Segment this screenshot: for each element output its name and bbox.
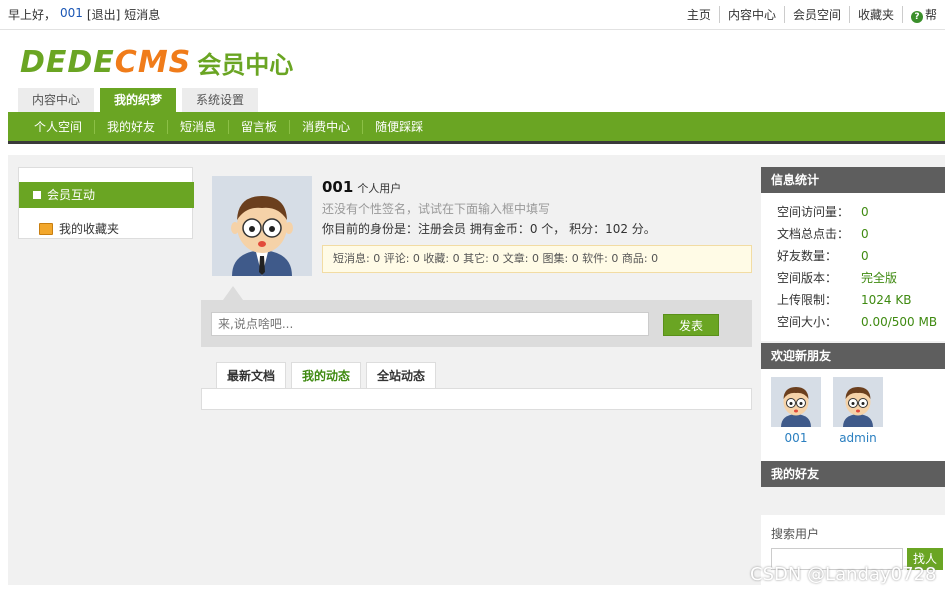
my-favorites-link[interactable]: 我的收藏夹 (39, 220, 119, 237)
top-bar: 早上好， 001 [退出] 短消息 主页 内容中心 会员空间 收藏夹 ? 帮 (0, 0, 945, 30)
top-link-home[interactable]: 主页 (679, 6, 719, 23)
friend-avatar[interactable] (833, 377, 883, 427)
top-link-content[interactable]: 内容中心 (718, 6, 784, 23)
logo-cms: CMS (114, 44, 192, 80)
logo-member-center: 会员中心 (197, 50, 294, 79)
left-panel: 会员互动 我的收藏夹 (18, 167, 194, 239)
logout-link[interactable]: [退出] (87, 6, 120, 23)
info-row: 好友数量： 0 (777, 245, 945, 267)
search-user-label: 搜索用户 (771, 527, 820, 541)
info-row: 上传限制： 1024 KB (777, 289, 945, 311)
help-icon: ? (910, 11, 923, 23)
my-friends-header: 我的好友 (761, 461, 945, 487)
tab-site-activity[interactable]: 全站动态 (366, 362, 437, 388)
info-stats-header: 信息统计 (761, 167, 945, 193)
nav-messages[interactable]: 短消息 (167, 119, 228, 134)
right-column: 信息统计 空间访问量： 0 文档总点击： 0 好友数量： 0 空间版本： 完全版 上传限… (761, 167, 945, 585)
avatar[interactable] (212, 176, 312, 276)
tab-system-settings[interactable]: 系统设置 (182, 88, 259, 112)
friend-avatar[interactable] (771, 377, 821, 427)
tab-content-center[interactable]: 内容中心 (18, 88, 95, 112)
top-bar-left: 早上好， 001 [退出] 短消息 (8, 6, 160, 23)
info-key: 空间版本： (777, 271, 838, 285)
sub-nav: 个人空间 我的好友 短消息 留言板 消费中心 随便踩踩 (8, 112, 945, 144)
post-box: 发表 (201, 286, 752, 347)
help-label: 帮 (924, 8, 937, 22)
profile-identity: 你目前的身份是：注册会员 拥有金币：0 个， 积分：102 分。 (322, 222, 656, 236)
info-row: 文档总点击： 0 (777, 223, 945, 245)
friend-item[interactable]: admin (833, 377, 883, 445)
avatar-cartoon-icon (212, 176, 312, 276)
main-area: 会员互动 我的收藏夹 001个人用户 还没有个性签名，试试在下面输入框中填写 (8, 155, 945, 585)
tab-latest-docs[interactable]: 最新文档 (216, 362, 287, 388)
greeting-text: 早上好， (8, 8, 57, 22)
feed-tabs: 最新文档 我的动态 全站动态 (216, 362, 437, 388)
my-friends-body (761, 487, 945, 515)
messages-link[interactable]: 短消息 (124, 6, 160, 23)
info-value: 0.00/500 MB (861, 315, 938, 329)
dedecms-logo[interactable]: DEDE CMS 会员中心 (20, 42, 293, 82)
nav-consumption[interactable]: 消费中心 (289, 119, 362, 134)
info-value: 1024 KB (861, 293, 912, 307)
profile-username: 001 个人用户 (322, 178, 401, 196)
user-id-link[interactable]: 001 (60, 6, 83, 23)
new-friends-list: 001 admin (761, 369, 945, 461)
csdn-watermark: CSDN @Landay0728 (750, 564, 937, 585)
info-value: 0 (861, 249, 869, 263)
feed-content (201, 388, 752, 410)
info-stats-body: 空间访问量： 0 文档总点击： 0 好友数量： 0 空间版本： 完全版 上传限制： 102… (761, 193, 945, 341)
nav-personal-space[interactable]: 个人空间 (22, 120, 94, 134)
member-interaction-header[interactable]: 会员互动 (19, 182, 194, 208)
top-link-favorites[interactable]: 收藏夹 (848, 6, 902, 23)
logo-dede: DEDE (20, 44, 115, 80)
info-value: 0 (861, 205, 869, 219)
profile-stats-bar: 短消息: 0 评论: 0 收藏: 0 其它: 0 文章: 0 图集: 0 软件:… (322, 245, 752, 273)
friend-item[interactable]: 001 (771, 377, 821, 445)
info-row: 空间访问量： 0 (777, 201, 945, 223)
tab-my-dream[interactable]: 我的织梦 (100, 88, 177, 112)
collapse-icon (33, 191, 41, 199)
info-key: 上传限制： (777, 293, 838, 307)
main-tabs: 内容中心 我的织梦 系统设置 (18, 88, 259, 112)
avatar-cartoon-icon (771, 377, 821, 427)
new-friends-header: 欢迎新朋友 (761, 343, 945, 369)
info-key: 空间大小： (777, 315, 838, 329)
help-link[interactable]: ? 帮 (901, 6, 945, 23)
top-link-space[interactable]: 会员空间 (783, 6, 849, 23)
avatar-cartoon-icon (833, 377, 883, 427)
info-row: 空间版本： 完全版 (777, 267, 945, 289)
post-box-pointer (223, 286, 243, 300)
post-button[interactable]: 发表 (663, 314, 719, 336)
post-input[interactable] (211, 312, 649, 336)
info-row: 空间大小： 0.00/500 MB (777, 311, 945, 333)
info-value: 0 (861, 227, 869, 241)
profile-uid: 001 (322, 178, 354, 196)
tab-my-activity[interactable]: 我的动态 (291, 362, 362, 388)
top-bar-right: 主页 内容中心 会员空间 收藏夹 ? 帮 (679, 6, 945, 23)
info-key: 文档总点击： (777, 227, 850, 241)
profile-signature[interactable]: 还没有个性签名，试试在下面输入框中填写 (322, 200, 550, 217)
info-key: 好友数量： (777, 249, 838, 263)
nav-random[interactable]: 随便踩踩 (362, 119, 435, 134)
info-value: 完全版 (861, 271, 898, 285)
folder-icon (39, 222, 53, 235)
profile-user-type: 个人用户 (357, 182, 402, 195)
my-favorites-label: 我的收藏夹 (59, 222, 120, 236)
nav-guestbook[interactable]: 留言板 (228, 119, 289, 134)
info-key: 空间访问量： (777, 205, 850, 219)
friend-name[interactable]: 001 (771, 431, 821, 445)
member-interaction-label: 会员互动 (47, 188, 96, 202)
nav-my-friends[interactable]: 我的好友 (94, 119, 167, 134)
friend-name[interactable]: admin (833, 431, 883, 445)
